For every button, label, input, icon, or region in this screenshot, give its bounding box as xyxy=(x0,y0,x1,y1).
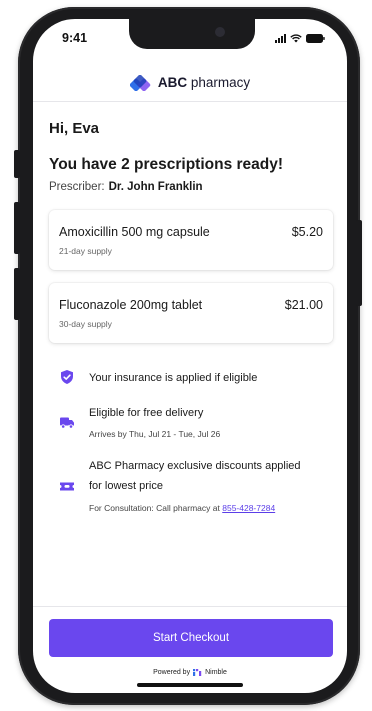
prescription-card[interactable]: Amoxicillin 500 mg capsule $5.20 21-day … xyxy=(49,210,333,270)
delivery-text: Eligible for free delivery xyxy=(89,407,204,419)
phone-screen: 9:41 ABC pharmacy Hi, Eva You have 2 pre xyxy=(33,19,347,693)
prescriber-label: Prescriber: xyxy=(49,181,105,193)
status-time: 9:41 xyxy=(62,31,88,45)
app-header: ABC pharmacy xyxy=(33,64,347,102)
consultation-line: For Consultation: Call pharmacy at 855-4… xyxy=(89,503,276,513)
wifi-icon xyxy=(290,34,302,43)
phone-volume-down-button xyxy=(14,268,20,320)
prescription-supply: 30-day supply xyxy=(59,319,112,329)
insurance-text: Your insurance is applied if eligible xyxy=(89,372,258,384)
discount-text-line1: ABC Pharmacy exclusive discounts applied xyxy=(89,460,301,472)
phone-volume-up-button xyxy=(14,202,20,254)
delivery-info-row: Eligible for free delivery Arrives by Th… xyxy=(55,401,331,443)
abc-pharmacy-logo-icon xyxy=(129,74,151,91)
start-checkout-button[interactable]: Start Checkout xyxy=(49,619,333,657)
prescriptions-ready-title: You have 2 prescriptions ready! xyxy=(49,156,284,173)
cellular-signal-icon xyxy=(275,34,286,43)
prescription-supply: 21-day supply xyxy=(59,246,112,256)
prescription-card[interactable]: Fluconazole 200mg tablet $21.00 30-day s… xyxy=(49,283,333,343)
status-icons xyxy=(275,34,325,43)
pharmacy-phone-link[interactable]: 855-428-7284 xyxy=(222,503,275,513)
phone-notch xyxy=(129,19,255,49)
powered-by-label: Powered by xyxy=(153,669,191,676)
powered-by: Powered by Nimble xyxy=(33,669,347,676)
brand-name: ABC pharmacy xyxy=(157,75,251,90)
prescriber-name: Dr. John Franklin xyxy=(108,181,203,193)
greeting: Hi, Eva xyxy=(49,120,100,137)
discount-info-row: ABC Pharmacy exclusive discounts applied… xyxy=(55,456,331,520)
battery-icon xyxy=(306,34,325,43)
footer-divider xyxy=(33,606,347,607)
insurance-info-row: Your insurance is applied if eligible xyxy=(55,366,331,390)
prescription-name: Amoxicillin 500 mg capsule xyxy=(59,225,210,239)
home-indicator xyxy=(137,683,243,687)
shield-check-icon xyxy=(61,370,73,384)
ticket-icon xyxy=(60,482,74,491)
prescriber-line: Prescriber: Dr. John Franklin xyxy=(49,181,203,193)
delivery-date-range: Arrives by Thu, Jul 21 - Tue, Jul 26 xyxy=(89,429,221,439)
prescription-name: Fluconazole 200mg tablet xyxy=(59,298,203,312)
nimble-logo-icon xyxy=(193,669,202,676)
phone-mute-switch xyxy=(14,150,20,178)
prescription-price: $21.00 xyxy=(284,298,323,312)
prescription-price: $5.20 xyxy=(291,225,323,239)
phone-power-button xyxy=(356,220,362,306)
truck-icon xyxy=(60,417,74,429)
nimble-brand: Nimble xyxy=(205,669,227,676)
discount-text-line2: for lowest price xyxy=(89,480,163,492)
